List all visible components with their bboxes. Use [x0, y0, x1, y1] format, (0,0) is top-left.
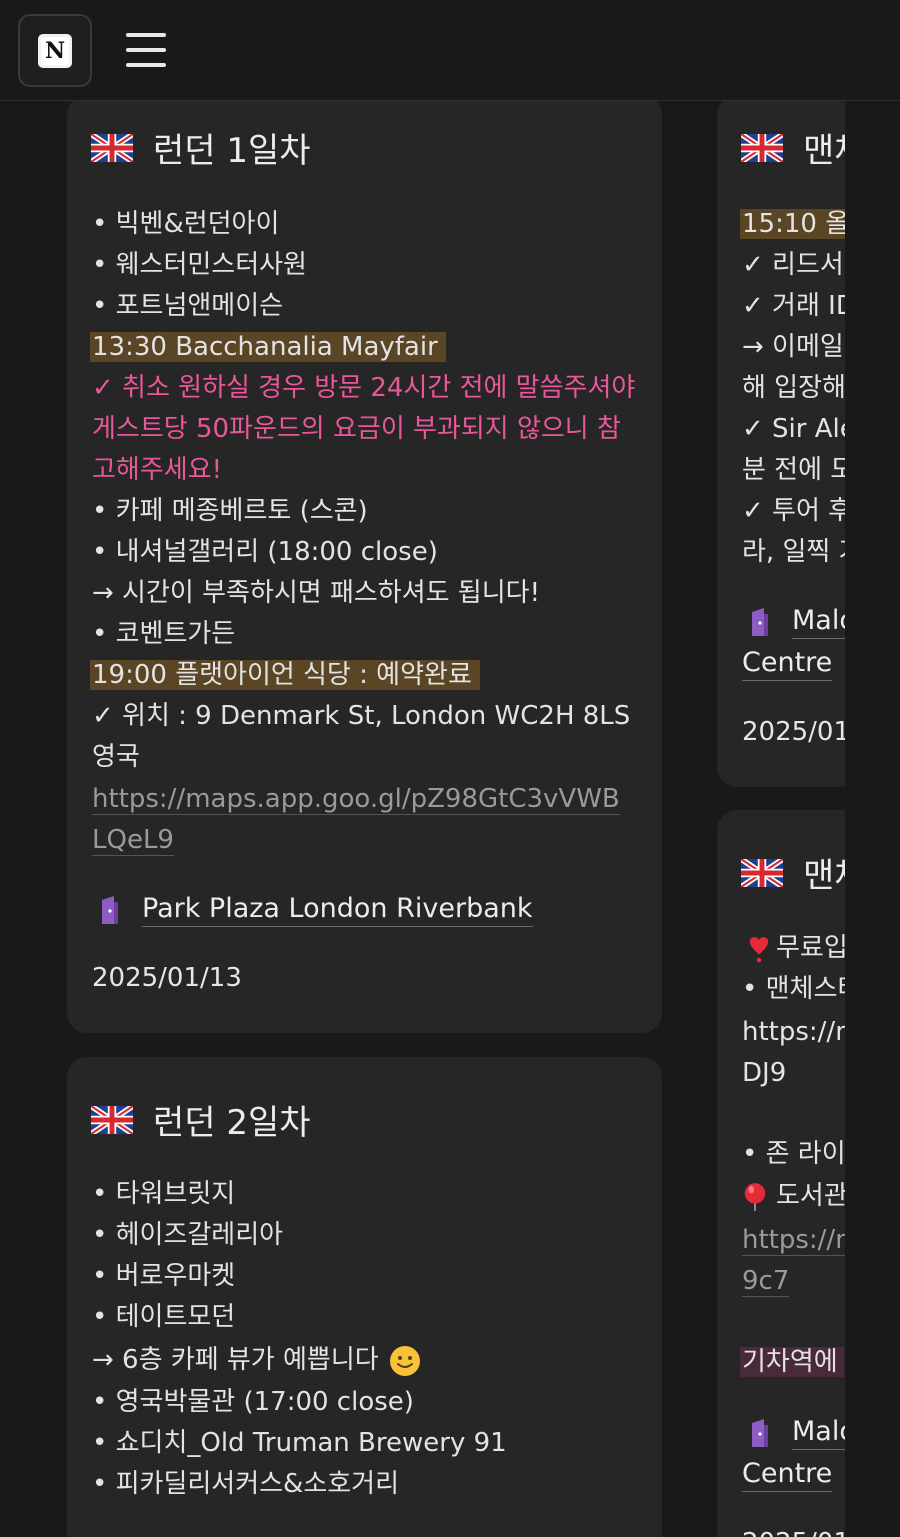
card-london-day1[interactable]: 런던 1일차 • 빅벤&런던아이 • 웨스터민스터사원 • 포트넘앤메이슨 13…	[67, 101, 662, 1033]
list-item: ✓ 리드서	[742, 250, 844, 280]
hotel-name[interactable]: Centre	[742, 1458, 833, 1492]
schedule-highlight: 기차역에	[740, 1342, 844, 1383]
list-item: • 존 라이	[742, 1139, 845, 1169]
board-view[interactable]: 런던 1일차 • 빅벤&런던아이 • 웨스터민스터사원 • 포트넘앤메이슨 13…	[0, 101, 900, 1537]
map-link-text[interactable]: https://maps.app.goo.gl/pZ98GtC3vVWB	[92, 784, 620, 815]
hotel-relation[interactable]: Mald	[750, 1416, 845, 1450]
hotel-icon	[102, 896, 118, 924]
link-text[interactable]: DJ9	[742, 1053, 786, 1094]
card-title-text: 맨체	[803, 131, 845, 171]
board-column-2: 맨체 15:10 올. ✓ 리드서 ✓ 거래 ID → 이메일 해 입장해 ✓ …	[717, 101, 845, 1537]
hotel-name[interactable]: Centre	[742, 647, 833, 681]
list-item: • 웨스터민스터사원	[92, 250, 307, 280]
card-title-text: 런던 2일차	[153, 1103, 311, 1143]
list-item-text: 도서관	[776, 1181, 845, 1211]
note-text: ✓ 취소 원하실 경우 방문 24시간 전에 말씀주셔야	[92, 373, 636, 403]
card-title: 런던 1일차	[91, 123, 311, 172]
hamburger-menu-icon[interactable]	[124, 30, 168, 70]
schedule-highlight: 15:10 올.	[740, 204, 845, 245]
list-item: • 헤이즈갈레리아	[92, 1220, 284, 1250]
uk-flag-icon	[91, 1105, 133, 1134]
notion-logo-icon: N	[38, 33, 72, 68]
map-link[interactable]: LQeL9	[92, 820, 174, 861]
hotel-icon	[752, 608, 768, 636]
list-item: ✓ 거래 ID	[742, 291, 845, 321]
list-item: • 버로우마켓	[92, 1261, 236, 1291]
card-title: 런던 2일차	[91, 1095, 311, 1144]
map-link[interactable]: 9c7	[742, 1261, 790, 1302]
red-heart-icon	[749, 936, 769, 962]
list-item: ✓ 투어 후	[742, 496, 845, 526]
card-date: 2025/01	[742, 1528, 845, 1537]
list-item-text: 무료입	[776, 933, 845, 963]
note-text: 고해주세요!	[92, 455, 223, 485]
list-item: • 테이트모던	[92, 1302, 236, 1332]
list-item: • 피카딜리서커스&소호거리	[92, 1469, 399, 1499]
hotel-relation[interactable]: Park Plaza London Riverbank	[100, 893, 533, 927]
slightly-smiling-face-icon	[389, 1345, 420, 1376]
list-item: • 빅벤&런던아이	[92, 209, 280, 239]
card-date: 2025/01/13	[92, 963, 242, 993]
schedule-highlight: 13:30 Bacchanalia Mayfair	[90, 327, 446, 368]
red-balloon-icon	[744, 1182, 766, 1211]
note-text: → 시간이 부족하시면 패스하셔도 됩니다!	[92, 578, 540, 608]
card-manchester-2[interactable]: 맨체 무료입 • 맨체스터 https://m DJ9 • 존 라이 도서관	[717, 810, 845, 1537]
highlight-text: 19:00 플랫아이언 식당 : 예약완료	[90, 660, 480, 690]
map-link-text[interactable]: https://m	[742, 1225, 845, 1256]
list-item: → 이메일	[742, 332, 844, 362]
uk-flag-icon	[91, 133, 133, 162]
highlight-text: 13:30 Bacchanalia Mayfair	[90, 332, 446, 362]
map-link-text[interactable]: 9c7	[742, 1266, 790, 1297]
card-title-text: 맨체	[803, 856, 845, 896]
link-text[interactable]: https://m	[742, 1012, 845, 1053]
list-item: • 쇼디치_Old Truman Brewery 91	[92, 1428, 507, 1458]
location-text: ✓ 위치 : 9 Denmark St, London WC2H 8LS	[92, 701, 631, 731]
uk-flag-icon	[741, 133, 783, 162]
list-item: • 영국박물관 (17:00 close)	[92, 1387, 414, 1417]
list-item: ✓ Sir Ale	[742, 414, 845, 444]
list-item: • 내셔널갤러리 (18:00 close)	[92, 537, 438, 567]
list-item: 도서관	[742, 1176, 845, 1217]
card-london-day2[interactable]: 런던 2일차 • 타워브릿지 • 헤이즈갈레리아 • 버로우마켓 • 테이트모던…	[67, 1057, 662, 1537]
location-text: 영국	[92, 742, 140, 772]
hotel-relation[interactable]: Mald	[750, 605, 845, 639]
hotel-name[interactable]: Park Plaza London Riverbank	[142, 893, 533, 927]
card-date: 2025/01	[742, 717, 845, 747]
list-item: • 포트넘앤메이슨	[92, 291, 284, 321]
list-item: • 맨체스터	[742, 974, 845, 1004]
hotel-name[interactable]: Mald	[792, 605, 845, 639]
list-item: • 타워브릿지	[92, 1179, 236, 1209]
highlight-text: 15:10 올.	[740, 209, 845, 239]
list-item: • 코벤트가든	[92, 619, 236, 649]
note-text: → 6층 카페 뷰가 예쁩니다	[92, 1340, 421, 1381]
schedule-highlight: 19:00 플랫아이언 식당 : 예약완료	[90, 655, 480, 696]
top-bar: N	[0, 0, 900, 101]
list-item: 분 전에 도	[742, 455, 845, 485]
note-text: 게스트당 50파운드의 요금이 부과되지 않으니 참	[92, 414, 621, 444]
map-link[interactable]: https://maps.app.goo.gl/pZ98GtC3vVWB	[92, 779, 620, 820]
card-title: 맨체	[741, 848, 845, 897]
map-link[interactable]: https://m	[742, 1220, 845, 1261]
hotel-relation-line2[interactable]: Centre	[742, 1458, 833, 1492]
hotel-icon	[752, 1419, 768, 1447]
highlight-text: 기차역에	[740, 1347, 844, 1377]
card-title-text: 런던 1일차	[153, 131, 311, 171]
list-item: • 카페 메종베르토 (스콘)	[92, 496, 368, 526]
hotel-name[interactable]: Mald	[792, 1416, 845, 1450]
card-manchester-1[interactable]: 맨체 15:10 올. ✓ 리드서 ✓ 거래 ID → 이메일 해 입장해 ✓ …	[717, 101, 845, 787]
map-link-text[interactable]: LQeL9	[92, 825, 174, 856]
uk-flag-icon	[741, 858, 783, 887]
note-text-content: → 6층 카페 뷰가 예쁩니다	[92, 1345, 379, 1375]
hotel-relation-line2[interactable]: Centre	[742, 647, 833, 681]
workspace-logo-button[interactable]: N	[18, 14, 92, 87]
list-item: 라, 일찍 가	[742, 537, 845, 567]
card-title: 맨체	[741, 123, 845, 172]
list-item: 무료입	[742, 928, 845, 969]
list-item: 해 입장해	[742, 373, 845, 403]
